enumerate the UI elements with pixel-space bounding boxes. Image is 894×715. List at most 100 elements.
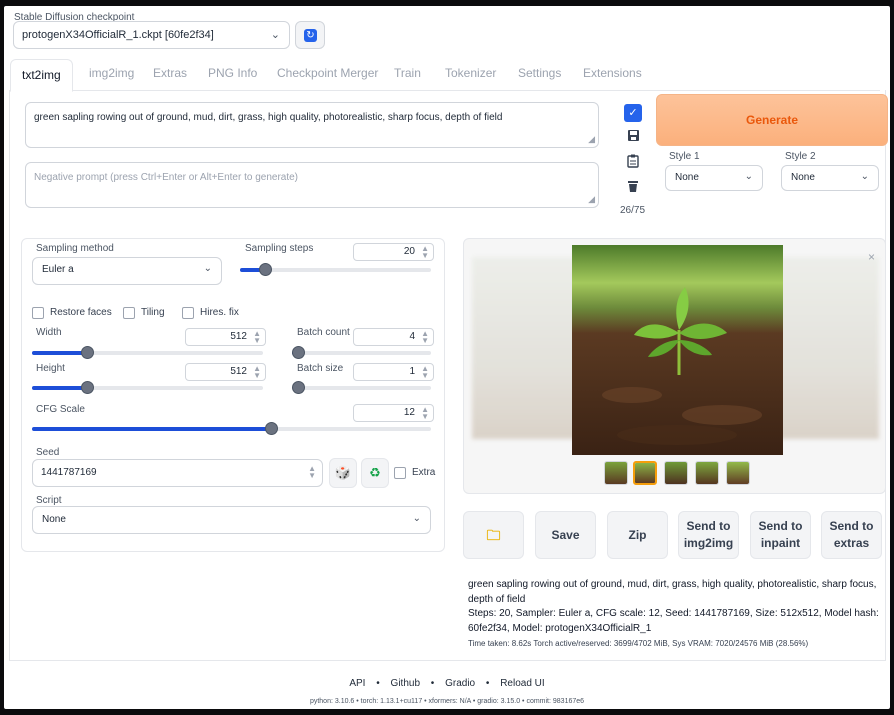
tab-extensions[interactable]: Extensions xyxy=(583,66,642,80)
tab-txt2img[interactable]: txt2img xyxy=(10,59,73,92)
prompt-text: green sapling rowing out of ground, mud,… xyxy=(34,112,503,123)
width-input[interactable]: 512 ▲ ▼ xyxy=(185,328,266,346)
sampling-steps-slider[interactable] xyxy=(240,263,431,276)
output-params-text: Steps: 20, Sampler: Euler a, CFG scale: … xyxy=(468,608,879,634)
app-window: Stable Diffusion checkpoint protogenX34O… xyxy=(4,6,890,709)
random-seed-button[interactable]: 🎲 xyxy=(329,458,357,488)
tab-checkpoint-merger[interactable]: Checkpoint Merger xyxy=(277,66,378,80)
thumbnail-1[interactable] xyxy=(604,461,628,485)
restore-faces-label: Restore faces xyxy=(50,307,112,318)
save-icon[interactable] xyxy=(624,129,642,147)
height-label: Height xyxy=(36,363,65,374)
open-folder-button[interactable]: 🗀 xyxy=(463,511,524,559)
checkpoint-value: protogenX34OfficialR_1.ckpt [60fe2f34] xyxy=(22,29,214,41)
stepper-icon[interactable]: ▲ ▼ xyxy=(308,465,316,480)
sampling-steps-value: 20 xyxy=(403,246,415,257)
height-slider[interactable] xyxy=(32,381,263,394)
batch-count-value: 4 xyxy=(409,331,415,342)
batch-count-input[interactable]: 4 ▲ ▼ xyxy=(353,328,434,346)
seed-value: 1441787169 xyxy=(41,467,97,478)
cfg-scale-input[interactable]: 12 ▲ ▼ xyxy=(353,404,434,422)
chevron-down-icon: ⌄ xyxy=(412,513,421,524)
resize-grip-icon[interactable]: ◢ xyxy=(588,134,595,145)
cfg-scale-label: CFG Scale xyxy=(36,404,85,415)
thumbnail-3[interactable] xyxy=(664,461,688,485)
zip-button[interactable]: Zip xyxy=(607,511,668,559)
generated-image[interactable] xyxy=(572,245,783,455)
batch-size-input[interactable]: 1 ▲ ▼ xyxy=(353,363,434,381)
style2-value: None xyxy=(791,172,815,183)
refresh-icon: ↻ xyxy=(304,29,317,42)
chevron-down-icon: ⌄ xyxy=(203,263,212,274)
batch-count-slider[interactable] xyxy=(292,346,431,359)
resize-grip-icon[interactable]: ◢ xyxy=(588,194,595,205)
send-to-img2img-button[interactable]: Send to img2img xyxy=(678,511,739,559)
token-counter: 26/75 xyxy=(620,205,646,216)
trash-icon[interactable] xyxy=(624,179,642,197)
tab-extras[interactable]: Extras xyxy=(153,66,187,80)
generate-button[interactable]: Generate xyxy=(656,94,888,146)
style1-label: Style 1 xyxy=(669,151,700,162)
stepper-icon[interactable]: ▲ ▼ xyxy=(421,330,429,345)
tab-img2img[interactable]: img2img xyxy=(89,66,134,80)
stepper-icon[interactable]: ▲ ▼ xyxy=(253,365,261,380)
footer-links: API • Github • Gradio • Reload UI xyxy=(4,678,890,689)
batch-size-value: 1 xyxy=(409,366,415,377)
gradio-link[interactable]: Gradio xyxy=(445,678,475,689)
height-value: 512 xyxy=(230,366,247,377)
extra-seed-checkbox[interactable] xyxy=(394,467,406,479)
thumbnail-4[interactable] xyxy=(695,461,719,485)
folder-icon: 🗀 xyxy=(486,526,501,543)
sampling-steps-input[interactable]: 20 ▲ ▼ xyxy=(353,243,434,261)
width-value: 512 xyxy=(230,331,247,342)
clipboard-icon[interactable] xyxy=(624,154,642,172)
sampling-method-select[interactable]: Euler a ⌄ xyxy=(32,257,222,285)
style1-value: None xyxy=(675,172,699,183)
stepper-icon[interactable]: ▲ ▼ xyxy=(421,406,429,421)
tab-tokenizer[interactable]: Tokenizer xyxy=(445,66,496,80)
check-icon[interactable]: ✓ xyxy=(624,104,642,122)
hires-fix-checkbox[interactable] xyxy=(182,307,194,319)
send-to-inpaint-button[interactable]: Send to inpaint xyxy=(750,511,811,559)
stepper-icon[interactable]: ▲ ▼ xyxy=(253,330,261,345)
sampling-method-label: Sampling method xyxy=(36,243,114,254)
tab-settings[interactable]: Settings xyxy=(518,66,561,80)
checkpoint-select[interactable]: protogenX34OfficialR_1.ckpt [60fe2f34] ⌄ xyxy=(13,21,290,49)
script-label: Script xyxy=(36,495,62,506)
save-button[interactable]: Save xyxy=(535,511,596,559)
refresh-checkpoint-button[interactable]: ↻ xyxy=(295,21,325,49)
tiling-checkbox[interactable] xyxy=(123,307,135,319)
batch-size-slider[interactable] xyxy=(292,381,431,394)
negative-prompt-placeholder: Negative prompt (press Ctrl+Enter or Alt… xyxy=(34,172,299,183)
chevron-down-icon: ⌄ xyxy=(744,171,753,182)
prompt-input[interactable]: green sapling rowing out of ground, mud,… xyxy=(25,102,599,148)
tab-bar: txt2img img2img Extras PNG Info Checkpoi… xyxy=(10,59,880,92)
tab-train[interactable]: Train xyxy=(394,66,421,80)
reuse-seed-button[interactable]: ♻ xyxy=(361,458,389,488)
restore-faces-checkbox[interactable] xyxy=(32,307,44,319)
extra-seed-label: Extra xyxy=(412,467,436,478)
tiling-label: Tiling xyxy=(141,307,165,318)
reload-ui-link[interactable]: Reload UI xyxy=(500,678,544,689)
height-input[interactable]: 512 ▲ ▼ xyxy=(185,363,266,381)
api-link[interactable]: API xyxy=(349,678,365,689)
style1-select[interactable]: None ⌄ xyxy=(665,165,763,191)
stepper-icon[interactable]: ▲ ▼ xyxy=(421,365,429,380)
stepper-icon[interactable]: ▲ ▼ xyxy=(421,245,429,260)
thumbnail-5[interactable] xyxy=(726,461,750,485)
github-link[interactable]: Github xyxy=(391,678,420,689)
script-select[interactable]: None ⌄ xyxy=(32,506,431,534)
send-to-extras-button[interactable]: Send to extras xyxy=(821,511,882,559)
style2-select[interactable]: None ⌄ xyxy=(781,165,879,191)
width-label: Width xyxy=(36,327,62,338)
batch-count-label: Batch count xyxy=(297,327,350,338)
negative-prompt-input[interactable]: Negative prompt (press Ctrl+Enter or Alt… xyxy=(25,162,599,208)
hires-fix-label: Hires. fix xyxy=(200,307,239,318)
thumbnail-2[interactable] xyxy=(633,461,657,485)
close-icon[interactable]: × xyxy=(868,250,875,264)
tab-png-info[interactable]: PNG Info xyxy=(208,66,257,80)
output-timing-text: Time taken: 8.62s Torch active/reserved:… xyxy=(468,639,809,648)
seed-input[interactable]: 1441787169 ▲ ▼ xyxy=(32,459,323,487)
width-slider[interactable] xyxy=(32,346,263,359)
cfg-scale-slider[interactable] xyxy=(32,422,431,435)
